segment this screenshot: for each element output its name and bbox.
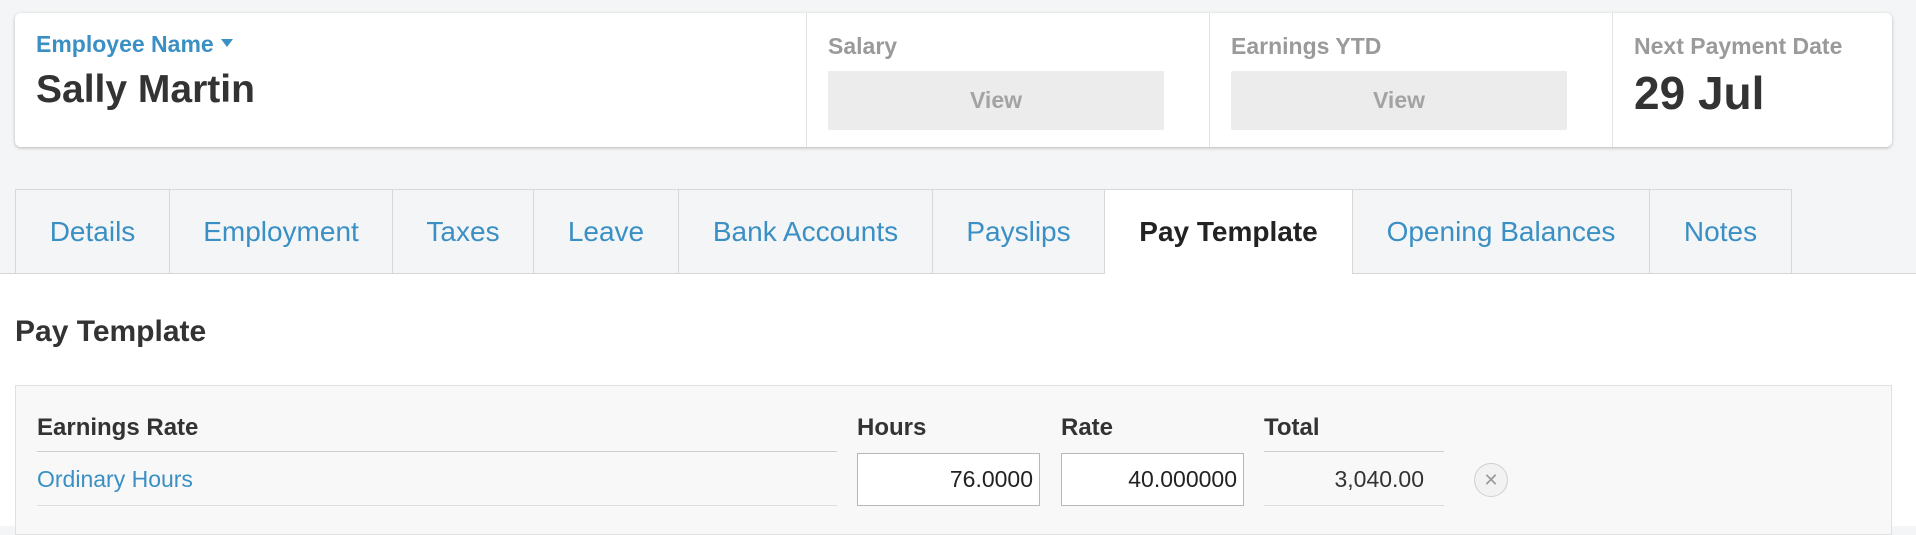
salary-label: Salary bbox=[828, 33, 898, 59]
salary-cell: Salary View bbox=[807, 13, 1210, 147]
tab-bar: Details Employment Taxes Leave Bank Acco… bbox=[0, 189, 1916, 275]
total-header-rule bbox=[1264, 451, 1444, 452]
next-payment-label: Next Payment Date bbox=[1634, 33, 1843, 59]
hours-header: Hours bbox=[857, 414, 927, 441]
salary-view-button[interactable]: View bbox=[828, 71, 1164, 130]
rate-input[interactable] bbox=[1061, 453, 1244, 506]
section-title: Pay Template bbox=[15, 315, 207, 348]
employee-name-cell: Employee Name Sally Martin bbox=[15, 13, 807, 147]
row-total: 3,040.00 bbox=[1334, 466, 1424, 492]
tab-bank-accounts[interactable]: Bank Accounts bbox=[678, 189, 932, 274]
tab-notes[interactable]: Notes bbox=[1649, 189, 1792, 274]
tab-employment[interactable]: Employment bbox=[169, 189, 392, 274]
earnings-ytd-view-button[interactable]: View bbox=[1231, 71, 1567, 130]
caret-down-icon bbox=[220, 38, 233, 47]
tab-opening-balances[interactable]: Opening Balances bbox=[1352, 189, 1649, 274]
employee-name-label: Employee Name bbox=[36, 31, 214, 57]
rate-header: Rate bbox=[1061, 414, 1114, 441]
earnings-row-divider bbox=[37, 505, 837, 506]
tab-taxes[interactable]: Taxes bbox=[392, 189, 533, 274]
tab-payslips[interactable]: Payslips bbox=[932, 189, 1104, 274]
earnings-ytd-label: Earnings YTD bbox=[1231, 33, 1382, 59]
earnings-panel: Earnings Rate Hours Rate Total Ordinary … bbox=[15, 385, 1892, 535]
employee-summary-card: Employee Name Sally Martin Salary View E… bbox=[15, 13, 1892, 147]
tab-leave[interactable]: Leave bbox=[533, 189, 678, 274]
next-payment-date: 29 Jul bbox=[1634, 67, 1765, 119]
tab-details[interactable]: Details bbox=[15, 189, 169, 274]
remove-row-button[interactable]: ✕ bbox=[1474, 463, 1508, 497]
hours-input[interactable] bbox=[857, 453, 1040, 506]
earnings-rate-header: Earnings Rate bbox=[37, 414, 199, 441]
total-row-divider bbox=[1264, 505, 1444, 506]
next-payment-cell: Next Payment Date 29 Jul bbox=[1613, 13, 1892, 147]
earnings-ytd-cell: Earnings YTD View bbox=[1210, 13, 1613, 147]
earnings-rate-link[interactable]: Ordinary Hours bbox=[37, 466, 193, 493]
total-header: Total bbox=[1264, 414, 1320, 441]
tab-pay-template[interactable]: Pay Template bbox=[1104, 189, 1352, 275]
earnings-rate-header-rule bbox=[37, 451, 837, 452]
employee-name-dropdown[interactable]: Employee Name bbox=[36, 31, 785, 58]
close-icon: ✕ bbox=[1483, 470, 1499, 490]
tab-content: Pay Template Earnings Rate Hours Rate To… bbox=[0, 274, 1916, 535]
employee-name: Sally Martin bbox=[36, 68, 255, 111]
